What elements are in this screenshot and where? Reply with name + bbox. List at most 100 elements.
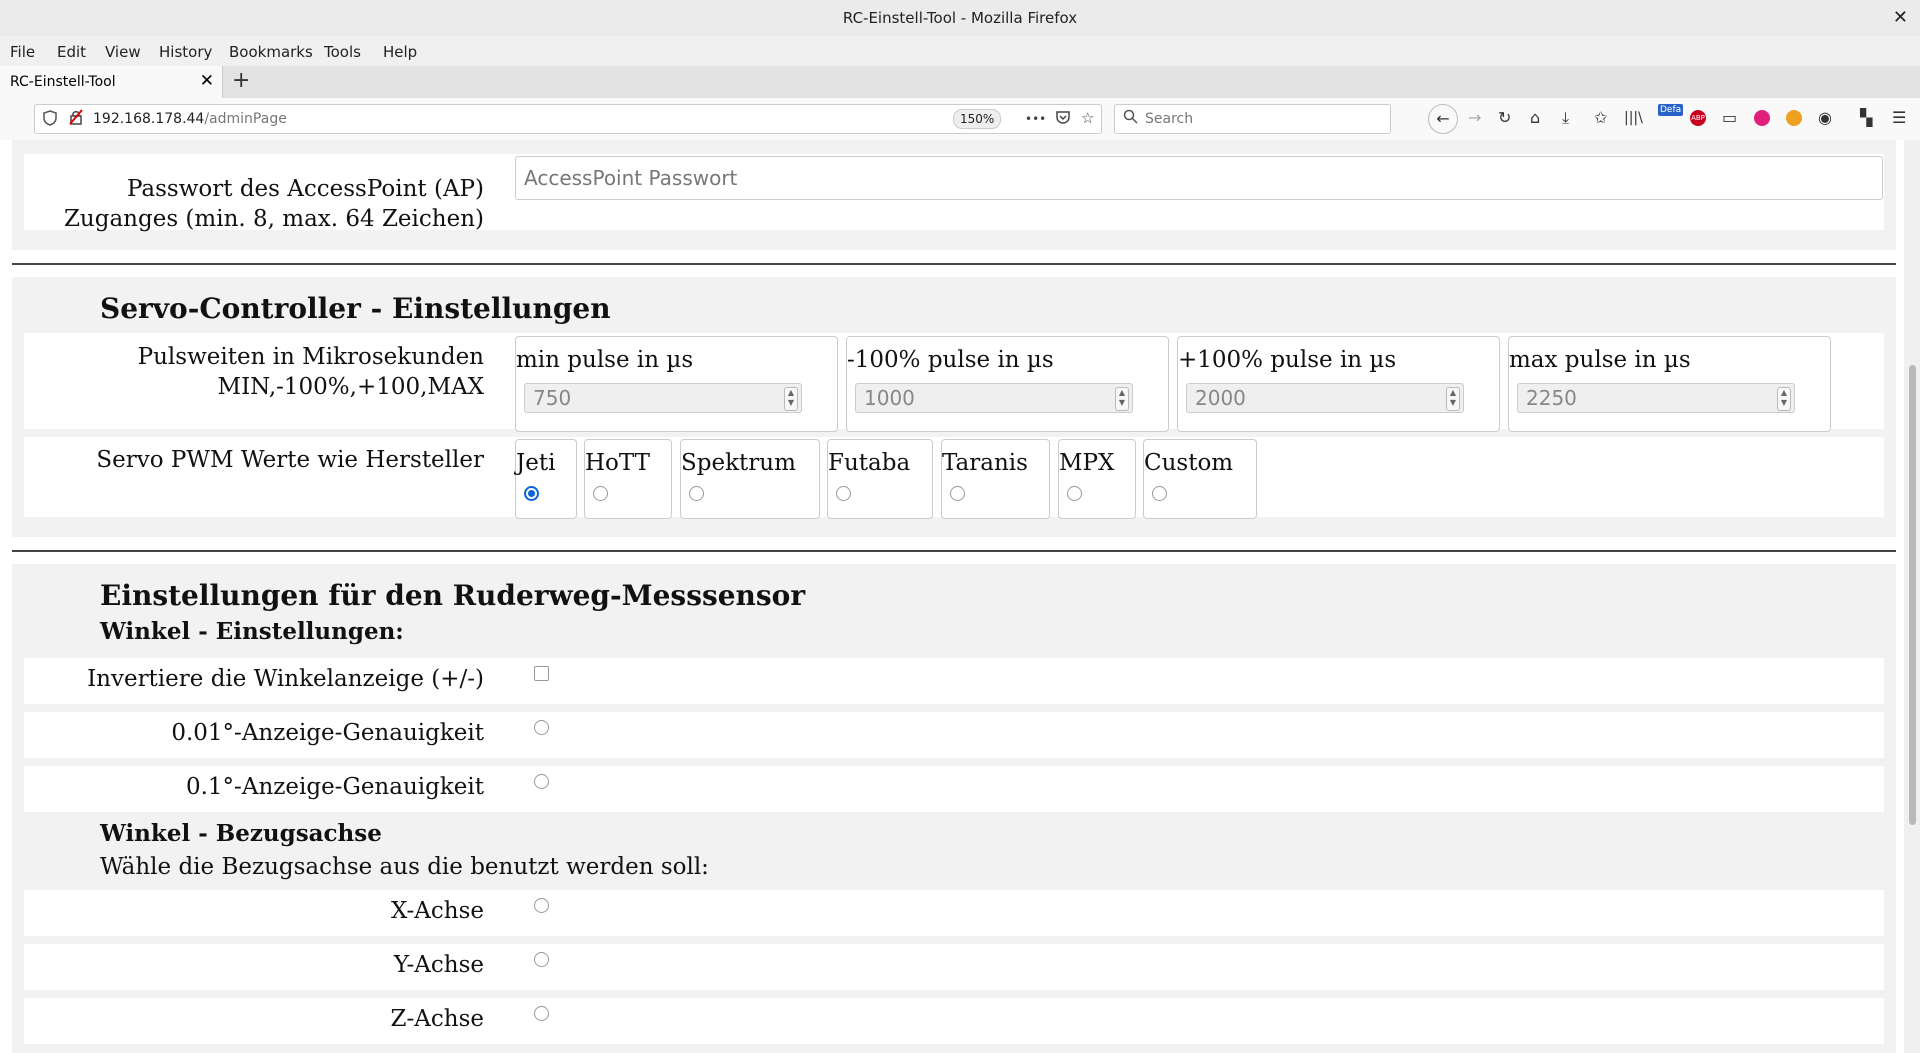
max-pulse-caption: max pulse in µs [1509,347,1691,373]
bookmarks-toolbar-icon[interactable]: ✩ [1594,108,1607,127]
addon-default-icon[interactable]: Defa [1658,104,1684,116]
search-bar[interactable]: Search [1114,104,1391,134]
section-divider [12,550,1896,552]
tracking-shield-icon[interactable] [43,110,57,130]
window-close-icon[interactable]: ✕ [1893,0,1908,36]
precision-01-label: 0.1°-Anzeige-Genauigkeit [185,774,484,800]
max-pulse-input[interactable]: 2250 ▲ ▼ [1517,383,1795,413]
manufacturer-option-hott[interactable]: HoTT [584,439,672,519]
minus100-pulse-spinner-icon[interactable]: ▲ ▼ [1115,387,1129,411]
servo-heading: Servo-Controller - Einstellungen [100,292,611,325]
manufacturer-radio-jeti[interactable] [524,486,539,501]
minus100-pulse-value: 1000 [864,386,915,410]
min-pulse-value: 750 [533,386,572,410]
ap-password-input[interactable]: AccessPoint Passwort [515,156,1883,200]
min-pulse-spinner-icon[interactable]: ▲ ▼ [784,387,798,411]
manufacturer-radio-spektrum[interactable] [689,486,704,501]
manufacturer-radio-custom[interactable] [1152,486,1167,501]
min-pulse-input[interactable]: 750 ▲ ▼ [524,383,802,413]
new-tab-button[interactable]: + [232,68,250,93]
manufacturer-label-hott: HoTT [585,450,651,476]
reader-view-icon[interactable]: ▭ [1722,108,1737,127]
min-pulse-box: min pulse in µs 750 ▲ ▼ [515,336,838,432]
library-icon[interactable]: |||\ [1624,110,1643,126]
axis-radio-y[interactable] [534,952,549,967]
axis-label-y: Y-Achse [393,952,484,978]
search-icon [1123,109,1138,128]
axis-row-x: X-Achse [24,890,1884,936]
minus100-pulse-caption: -100% pulse in µs [847,347,1054,373]
page-actions-icon[interactable]: ••• [1025,112,1046,126]
menu-file[interactable]: File [10,43,35,61]
manufacturer-label-spektrum: Spektrum [681,450,796,476]
url-bar[interactable]: 192.168.178.44/adminPage 150% ••• ☆ [34,104,1102,134]
bookmark-star-icon[interactable]: ☆ [1081,109,1094,127]
menu-tools[interactable]: Tools [324,43,361,61]
servo-pwm-label: Servo PWM Werte wie Hersteller [96,447,484,473]
axis-label-z: Z-Achse [390,1006,484,1032]
invert-angle-label: Invertiere die Winkelanzeige (+/-) [87,666,484,692]
home-icon[interactable]: ⌂ [1530,108,1540,127]
menu-view[interactable]: View [105,43,141,61]
menu-history[interactable]: History [159,43,212,61]
manufacturer-option-spektrum[interactable]: Spektrum [680,439,820,519]
manufacturer-radio-hott[interactable] [593,486,608,501]
tab-rc-einstell-tool[interactable]: RC-Einstell-Tool ✕ [0,66,223,98]
account-icon[interactable]: ◉ [1818,108,1832,127]
manufacturer-option-custom[interactable]: Custom [1143,439,1257,519]
pocket-icon[interactable] [1055,109,1071,129]
menu-bar: File Edit View History Bookmarks Tools H… [0,36,1920,66]
addon-orange-icon[interactable] [1786,110,1802,126]
max-pulse-spinner-icon[interactable]: ▲ ▼ [1777,387,1791,411]
manufacturer-label-futaba: Futaba [828,450,911,476]
plus100-pulse-caption: +100% pulse in µs [1178,347,1397,373]
angle-settings-heading: Winkel - Einstellungen: [100,618,404,645]
ap-settings-panel: Passwort des AccessPoint (AP) Zuganges (… [12,140,1896,250]
precision-001-label: 0.01°-Anzeige-Genauigkeit [171,720,484,746]
manufacturer-radio-mpx[interactable] [1067,486,1082,501]
back-button-icon[interactable]: ← [1428,104,1458,134]
zoom-indicator[interactable]: 150% [953,109,1002,129]
max-pulse-value: 2250 [1526,386,1577,410]
invert-angle-checkbox[interactable] [534,666,549,681]
plus100-pulse-input[interactable]: 2000 ▲ ▼ [1186,383,1464,413]
downloads-icon[interactable]: ⤓ [1562,108,1569,128]
menu-edit[interactable]: Edit [57,43,86,61]
minus100-pulse-input[interactable]: 1000 ▲ ▼ [855,383,1133,413]
axis-radio-x[interactable] [534,898,549,913]
hamburger-menu-icon[interactable]: ☰ [1892,108,1906,127]
insecure-lock-icon[interactable] [69,109,83,129]
precision-01-radio[interactable] [534,774,549,789]
url-host: 192.168.178.44 [93,111,205,127]
forward-button-icon[interactable]: → [1468,108,1481,127]
menu-bookmarks[interactable]: Bookmarks [229,43,313,61]
max-pulse-box: max pulse in µs 2250 ▲ ▼ [1508,336,1831,432]
ap-password-label-line1: Passwort des AccessPoint (AP) [126,176,484,202]
manufacturer-option-futaba[interactable]: Futaba [827,439,933,519]
axis-row-y: Y-Achse [24,944,1884,990]
axis-radio-z[interactable] [534,1006,549,1021]
plus100-pulse-spinner-icon[interactable]: ▲ ▼ [1446,387,1460,411]
navigation-bar: 192.168.178.44/adminPage 150% ••• ☆ Sear… [0,98,1920,141]
manufacturer-option-jeti[interactable]: Jeti [515,439,577,519]
precision-001-radio[interactable] [534,720,549,735]
manufacturer-radio-futaba[interactable] [836,486,851,501]
adblock-icon[interactable]: ABP [1690,110,1706,126]
page-scrollbar[interactable] [1904,140,1920,1053]
tab-close-icon[interactable]: ✕ [200,71,214,91]
reload-icon[interactable]: ↻ [1498,108,1511,127]
axis-label-x: X-Achse [390,898,484,924]
manufacturer-option-taranis[interactable]: Taranis [941,439,1050,519]
manufacturer-label-mpx: MPX [1059,450,1115,476]
manufacturer-option-mpx[interactable]: MPX [1058,439,1136,519]
ap-password-placeholder: AccessPoint Passwort [524,166,738,190]
extensions-icon[interactable]: ▚ [1860,108,1872,127]
addon-pink-icon[interactable] [1754,110,1770,126]
ap-password-label: Passwort des AccessPoint (AP) Zuganges (… [64,174,484,234]
plus100-pulse-box: +100% pulse in µs 2000 ▲ ▼ [1177,336,1500,432]
section-divider [12,263,1896,265]
manufacturer-radio-taranis[interactable] [950,486,965,501]
scrollbar-thumb[interactable] [1909,365,1916,825]
ap-password-label-line2: Zuganges (min. 8, max. 64 Zeichen) [63,206,484,232]
menu-help[interactable]: Help [383,43,417,61]
